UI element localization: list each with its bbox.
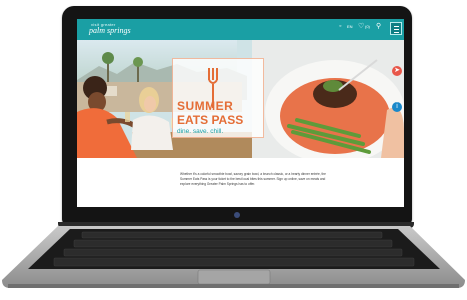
- site-logo[interactable]: palm springs: [89, 26, 131, 35]
- laptop-keyboard-base: [2, 226, 465, 288]
- site-header: visit greater palm springs ◦ EN ♡ (0) ⚲: [77, 19, 404, 40]
- hero-title-line1: SUMMER: [177, 99, 234, 113]
- intro-paragraph: Whether it’s a colorful smoothie bowl, s…: [180, 172, 326, 186]
- menu-button[interactable]: [390, 22, 402, 35]
- share-icon[interactable]: ➤: [392, 66, 402, 76]
- hero-title-line2: EATS PASS: [177, 113, 244, 127]
- webcam-icon: [234, 212, 240, 218]
- search-icon[interactable]: ⚲: [376, 23, 381, 30]
- heart-icon[interactable]: ♡: [358, 23, 364, 30]
- hero-banner: SUMMER EATS PASS dine. save. chill. ➤ i: [77, 40, 404, 158]
- hero-tagline: dine. save. chill.: [177, 128, 224, 135]
- laptop-screen: visit greater palm springs ◦ EN ♡ (0) ⚲: [77, 19, 404, 207]
- favorites-count[interactable]: (0): [365, 25, 370, 29]
- language-label[interactable]: EN: [347, 25, 353, 29]
- info-icon[interactable]: i: [392, 102, 402, 112]
- globe-icon[interactable]: ◦: [339, 23, 341, 30]
